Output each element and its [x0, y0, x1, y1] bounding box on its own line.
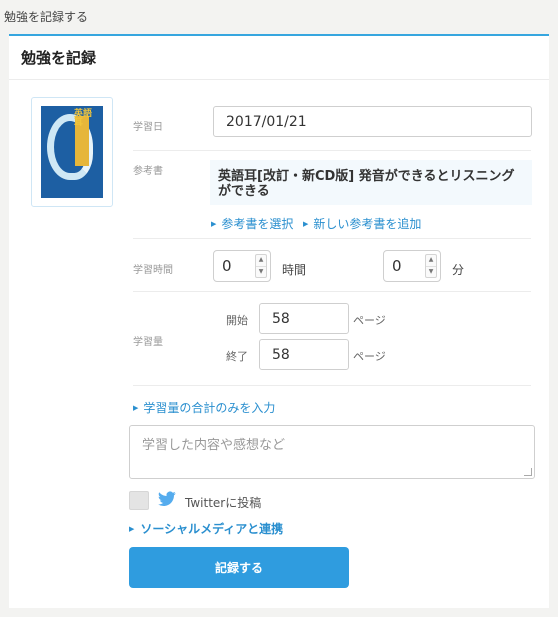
social-media-link[interactable]: ▶ ソーシャルメディアと連携: [129, 520, 283, 537]
end-page-unit: ページ: [353, 350, 386, 363]
end-page-input[interactable]: 58: [259, 339, 349, 370]
start-page-unit: ページ: [353, 314, 386, 327]
selected-book-name: 英語耳[改訂・新CD版] 発音ができるとリスニングができる: [210, 160, 532, 205]
add-book-link-label: 新しい参考書を追加: [313, 217, 422, 231]
submit-record-label: 記録する: [214, 561, 263, 575]
twitter-bird-icon: [158, 491, 176, 511]
panel-header: 勉強を記録: [9, 36, 549, 80]
end-page-value: 58: [272, 346, 290, 363]
date-input[interactable]: 2017/01/21: [213, 106, 532, 137]
cover-title: 英語耳: [74, 109, 93, 129]
select-book-link-label: 参考書を選択: [221, 217, 294, 231]
start-page-input[interactable]: 58: [259, 303, 349, 334]
hours-unit: 時間: [282, 263, 307, 277]
minutes-value: 0: [392, 257, 402, 275]
arrow-right-icon: ▶: [303, 219, 309, 228]
divider: [133, 238, 531, 239]
book-cover-image: 英語耳: [41, 106, 103, 198]
add-book-link[interactable]: ▶ 新しい参考書を追加: [303, 215, 421, 232]
minutes-stepper[interactable]: 0 ▲ ▼: [383, 250, 441, 282]
total-only-link[interactable]: ▶ 学習量の合計のみを入力: [133, 399, 275, 416]
date-value: 2017/01/21: [226, 113, 307, 130]
book-cover-frame[interactable]: 英語耳: [31, 97, 113, 207]
book-label: 参考書: [133, 166, 163, 177]
hours-value: 0: [222, 257, 232, 275]
start-label: 開始: [226, 314, 248, 327]
arrow-right-icon: ▶: [133, 403, 139, 412]
spin-down-icon[interactable]: ▼: [426, 265, 436, 278]
select-book-link[interactable]: ▶ 参考書を選択: [211, 215, 293, 232]
start-page-value: 58: [272, 310, 290, 327]
hours-stepper[interactable]: 0 ▲ ▼: [213, 250, 271, 282]
twitter-post-label: Twitterに投稿: [185, 496, 262, 510]
divider: [133, 385, 531, 386]
memo-textarea[interactable]: 学習した内容や感想など: [129, 425, 535, 479]
study-time-label: 学習時間: [133, 265, 173, 276]
page-title: 勉強を記録する: [4, 10, 89, 24]
social-media-link-label: ソーシャルメディアと連携: [140, 522, 284, 536]
minutes-unit: 分: [452, 263, 465, 277]
spin-down-icon[interactable]: ▼: [256, 265, 266, 278]
twitter-post-checkbox[interactable]: [129, 491, 149, 510]
resize-grip-icon[interactable]: [524, 468, 532, 476]
hours-spinner[interactable]: ▲ ▼: [255, 254, 267, 278]
date-label: 学習日: [133, 122, 163, 133]
minutes-spinner[interactable]: ▲ ▼: [425, 254, 437, 278]
divider: [133, 150, 531, 151]
study-amount-label: 学習量: [133, 337, 163, 348]
panel-title: 勉強を記録: [21, 49, 97, 67]
arrow-right-icon: ▶: [211, 219, 217, 228]
submit-record-button[interactable]: 記録する: [129, 547, 349, 588]
record-study-panel: 勉強を記録 英語耳 学習日 2017/01/21 参考書 英語耳[改訂・新CD版…: [9, 34, 549, 608]
total-only-link-label: 学習量の合計のみを入力: [143, 401, 276, 415]
arrow-right-icon: ▶: [129, 524, 135, 533]
spin-up-icon[interactable]: ▲: [256, 255, 266, 266]
end-label: 終了: [226, 350, 248, 363]
divider: [133, 291, 531, 292]
spin-up-icon[interactable]: ▲: [426, 255, 436, 266]
memo-placeholder: 学習した内容や感想など: [142, 438, 286, 453]
